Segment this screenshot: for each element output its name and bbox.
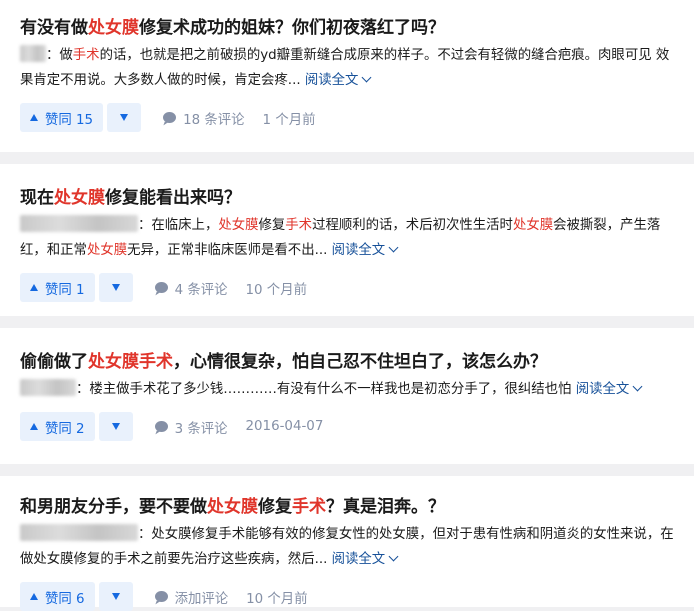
question-title[interactable]: 现在处女膜修复能看出来吗？	[20, 164, 674, 210]
comment-icon	[154, 421, 168, 432]
downvote-button[interactable]	[107, 103, 142, 132]
comment-icon	[163, 112, 177, 123]
answer-card: 有没有做处女膜修复术成功的姐妹？你们初夜落红了吗？ ：做手术的话，也就是把之前破…	[0, 0, 694, 152]
read-more-link[interactable]: 阅读全文	[332, 242, 399, 258]
triangle-down-icon	[120, 114, 129, 121]
upvote-button[interactable]: 赞同 1	[20, 273, 95, 302]
question-title[interactable]: 和男朋友分手，要不要做处女膜修复手术？真是泪奔。？	[20, 476, 674, 519]
answer-excerpt[interactable]: ：楼主做手术花了多少钱…………有没有什么不一样我也是初恋分手了，很纠结也怕 阅读…	[20, 377, 674, 402]
read-more-link[interactable]: 阅读全文	[332, 551, 399, 567]
triangle-down-icon	[111, 593, 120, 600]
comment-icon	[154, 591, 168, 602]
upvote-button[interactable]: 赞同 15	[20, 103, 104, 132]
answer-card: 和男朋友分手，要不要做处女膜修复手术？真是泪奔。？ ：处女膜修复手术能够有效的修…	[0, 476, 694, 611]
chevron-down-icon	[388, 551, 399, 562]
blurred-username	[20, 215, 138, 232]
comment-icon	[154, 282, 168, 293]
triangle-down-icon	[111, 423, 120, 430]
answer-excerpt[interactable]: ：做手术的话，也就是把之前破损的yd瓣重新缝合成原来的样子。不过会有轻微的缝合疤…	[20, 43, 674, 93]
question-title[interactable]: 有没有做处女膜修复术成功的姐妹？你们初夜落红了吗？	[20, 0, 674, 40]
blurred-username	[20, 45, 46, 62]
upvote-button[interactable]: 赞同 2	[20, 412, 95, 441]
comments-button[interactable]: 4 条评论	[154, 278, 228, 298]
comments-button[interactable]: 添加评论	[154, 587, 228, 607]
comments-button[interactable]: 18 条评论	[163, 108, 245, 128]
answer-card: 现在处女膜修复能看出来吗？ ：在临床上，处女膜修复手术过程顺利的话，术后初次性生…	[0, 164, 694, 316]
answer-excerpt[interactable]: ：在临床上，处女膜修复手术过程顺利的话，术后初次性生活时处女膜会被撕裂，产生落红…	[20, 213, 674, 263]
triangle-down-icon	[111, 284, 120, 291]
triangle-up-icon	[30, 114, 38, 121]
question-title[interactable]: 偷偷做了处女膜手术，心情很复杂，怕自己忍不住坦白了，该怎么办？	[20, 328, 674, 374]
read-more-link[interactable]: 阅读全文	[576, 381, 643, 397]
triangle-up-icon	[30, 593, 38, 600]
downvote-button[interactable]	[98, 273, 133, 302]
chevron-down-icon	[632, 381, 643, 392]
timestamp: 2016-04-07	[245, 419, 324, 434]
chevron-down-icon	[361, 72, 372, 83]
timestamp: 1 个月前	[262, 112, 316, 128]
blurred-username	[20, 524, 138, 541]
comments-button[interactable]: 3 条评论	[154, 417, 228, 437]
chevron-down-icon	[388, 242, 399, 253]
answer-excerpt[interactable]: ：处女膜修复手术能够有效的修复女性的处女膜，但对于患有性病和阴道炎的女性来说，在…	[20, 522, 674, 572]
blurred-username	[20, 379, 76, 396]
answer-card: 偷偷做了处女膜手术，心情很复杂，怕自己忍不住坦白了，该怎么办？ ：楼主做手术花了…	[0, 328, 694, 464]
downvote-button[interactable]	[98, 412, 133, 441]
timestamp: 10 个月前	[245, 282, 307, 298]
timestamp: 10 个月前	[246, 591, 308, 607]
read-more-link[interactable]: 阅读全文	[305, 72, 372, 88]
triangle-up-icon	[30, 423, 38, 430]
triangle-up-icon	[30, 284, 38, 291]
